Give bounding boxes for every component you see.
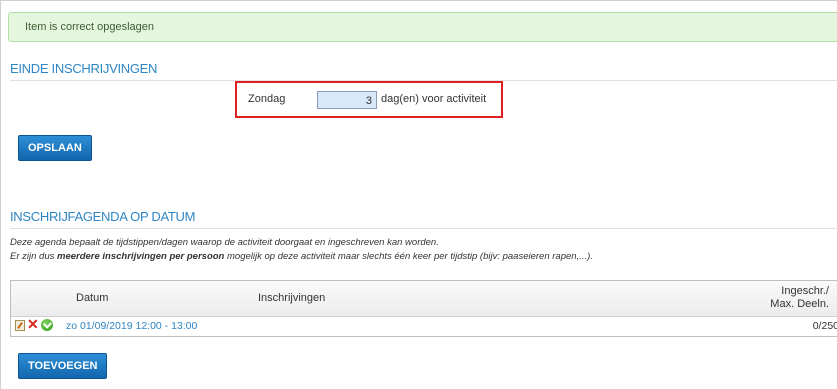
section-divider <box>10 228 837 229</box>
page-top-border <box>0 0 837 1</box>
agenda-table: Datum Inschrijvingen Ingeschr./ Max. Dee… <box>10 280 837 337</box>
agenda-description-emphasis: meerdere inschrijvingen per persoon <box>57 251 225 262</box>
save-button[interactable]: OPSLAAN <box>18 135 92 161</box>
row-date-link[interactable]: zo 01/09/2019 12:00 - 13:00 <box>66 320 197 332</box>
edit-icon[interactable] <box>15 320 25 331</box>
days-before-input[interactable] <box>317 91 377 109</box>
check-circle-icon[interactable] <box>41 319 53 331</box>
column-header-inschrijvingen[interactable]: Inschrijvingen <box>258 292 325 304</box>
success-notification-text: Item is correct opgeslagen <box>25 21 155 33</box>
agenda-table-header: Datum Inschrijvingen Ingeschr./ Max. Dee… <box>11 281 837 317</box>
column-header-ingeschreven[interactable]: Ingeschr./ Max. Deeln. <box>770 285 829 311</box>
table-row: ✕ zo 01/09/2019 12:00 - 13:00 0/250 <box>11 316 837 336</box>
days-suffix-label: dag(en) voor activiteit <box>381 93 487 105</box>
row-count: 0/250 <box>812 320 837 332</box>
column-header-datum[interactable]: Datum <box>76 292 108 304</box>
delete-icon[interactable]: ✕ <box>27 316 39 332</box>
agenda-title: INSCHRIJFAGENDA OP DATUM <box>10 209 196 224</box>
day-label: Zondag <box>248 93 286 105</box>
add-button[interactable]: TOEVOEGEN <box>18 353 108 379</box>
einde-inschrijvingen-title: EINDE INSCHRIJVINGEN <box>10 61 158 76</box>
page-left-border <box>0 0 1 389</box>
agenda-description-line2: Er zijn dus meerdere inschrijvingen per … <box>10 251 593 262</box>
success-notification: Item is correct opgeslagen <box>8 12 837 42</box>
agenda-description-line1: Deze agenda bepaalt de tijdstippen/dagen… <box>10 237 439 248</box>
